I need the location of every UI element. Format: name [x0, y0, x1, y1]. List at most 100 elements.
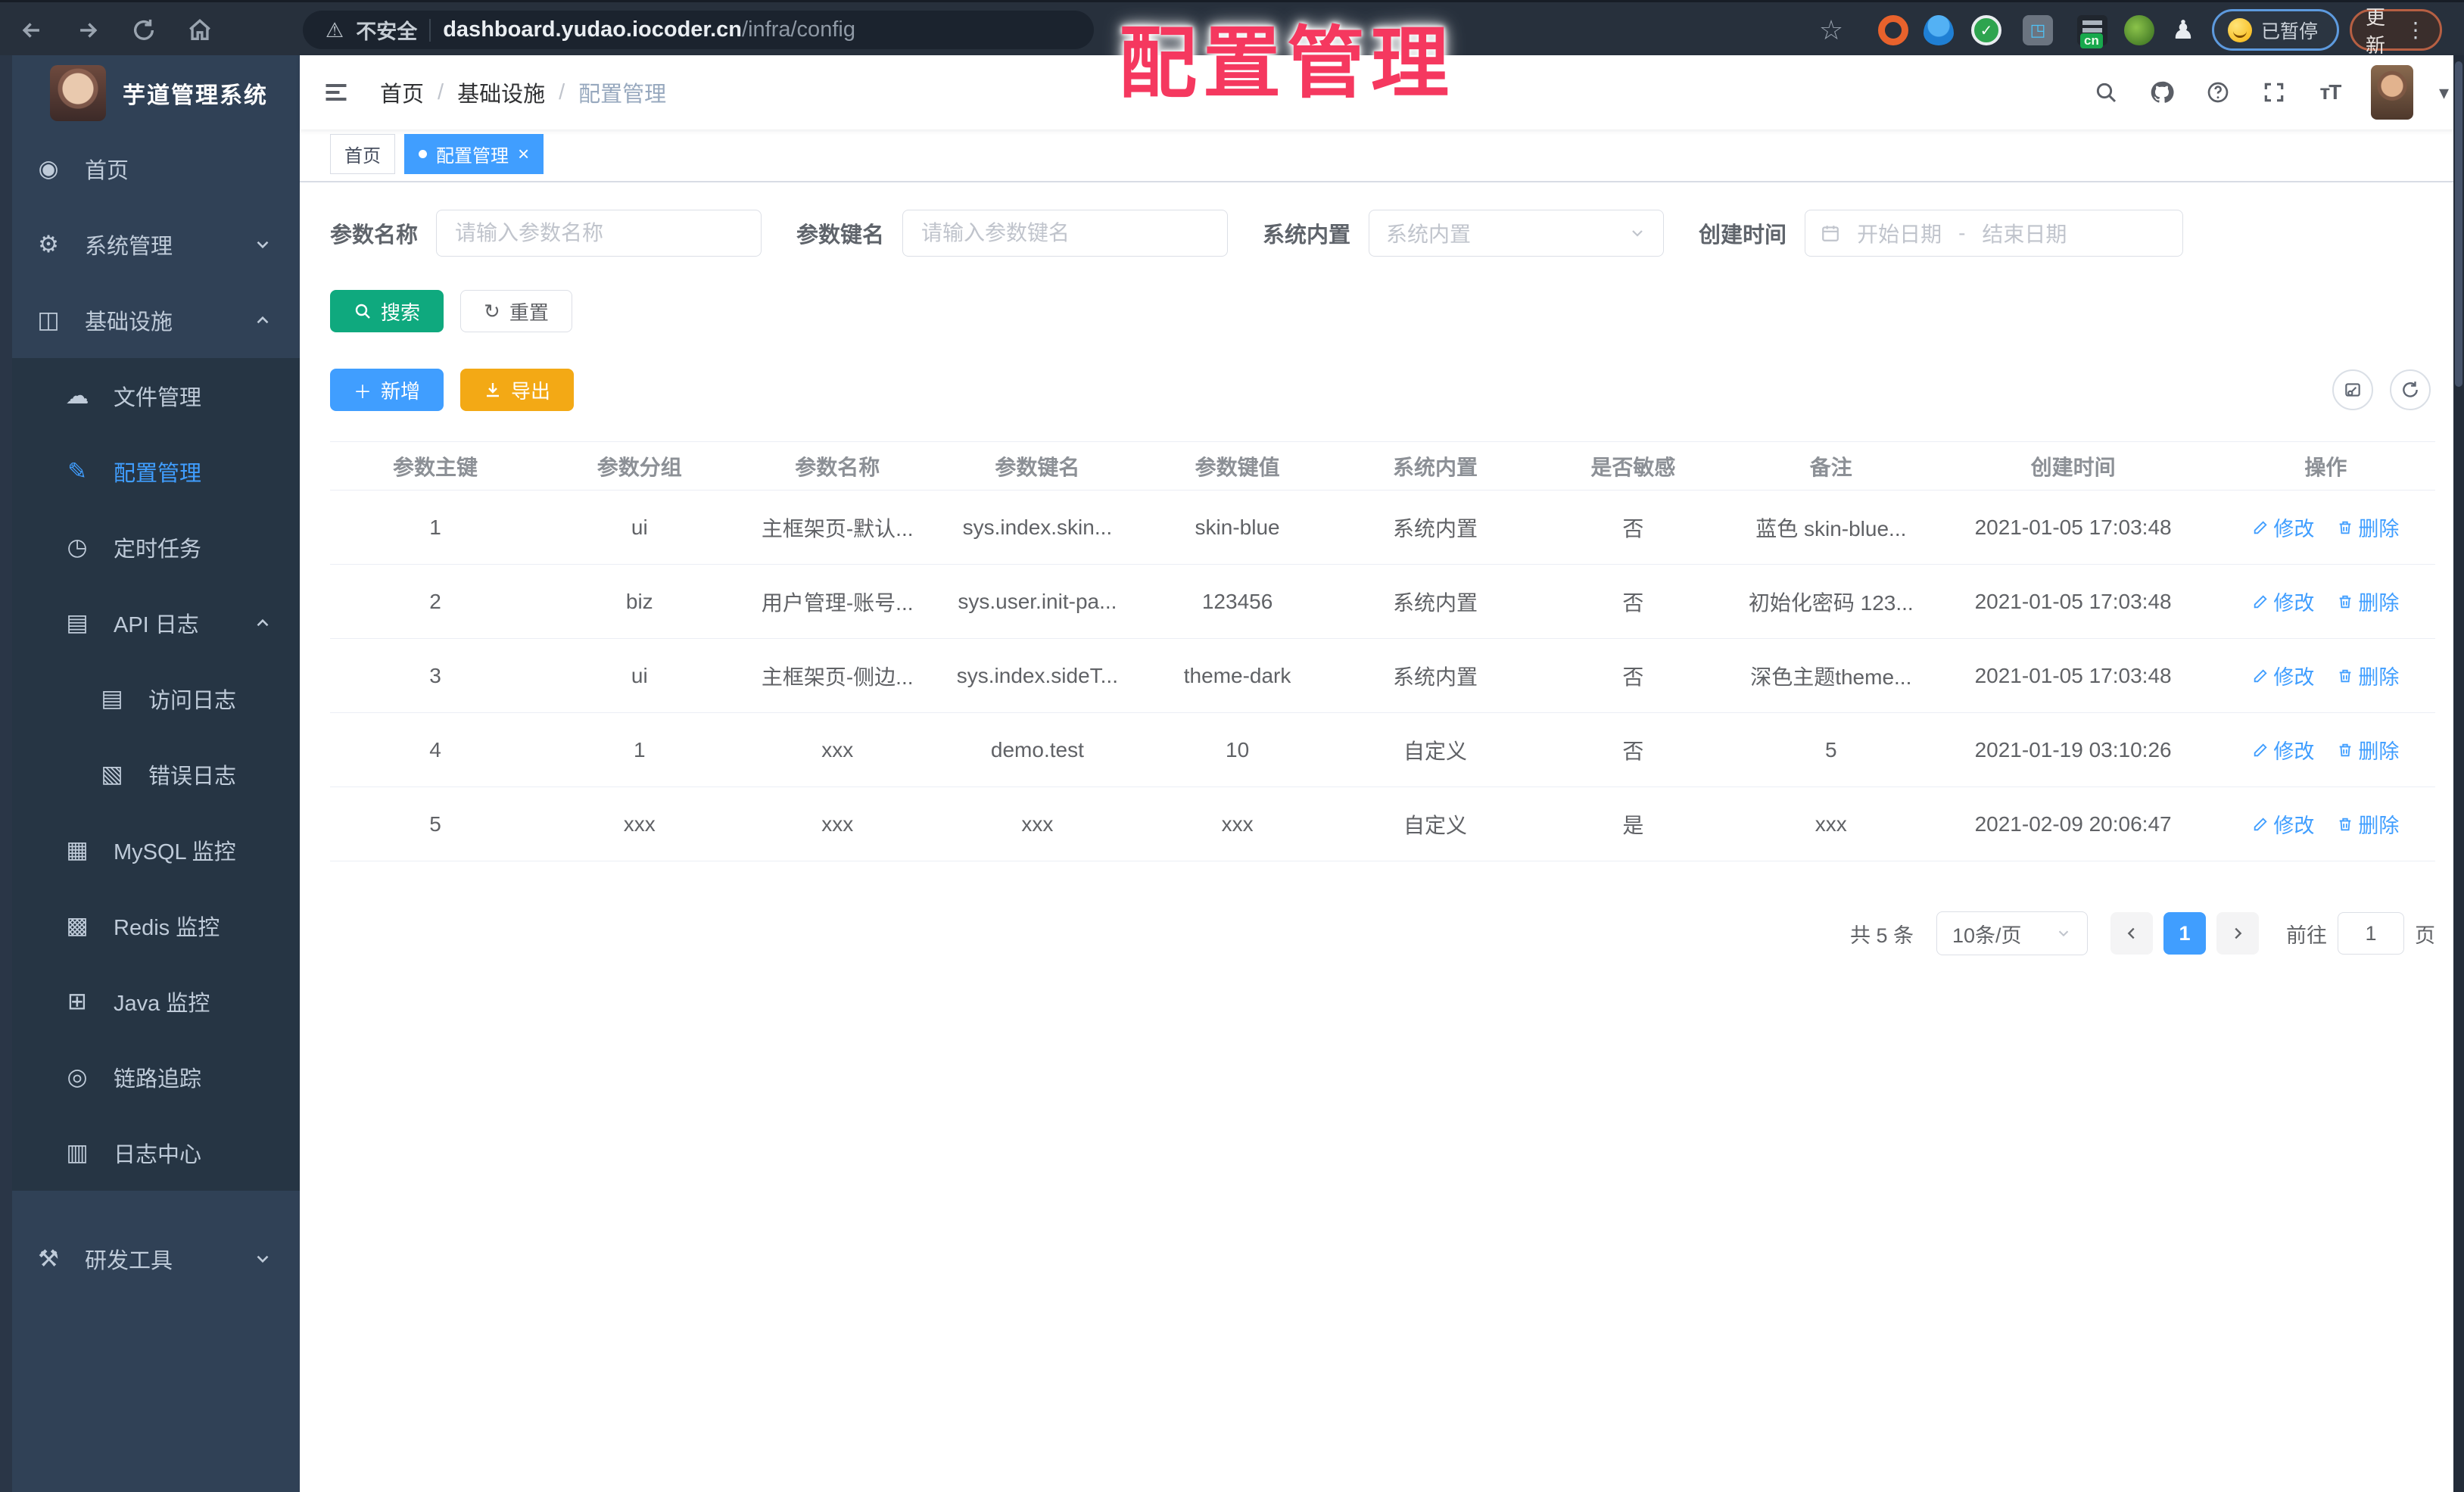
scrollbar-thumb[interactable] [2455, 61, 2462, 387]
github-icon[interactable] [2147, 77, 2177, 107]
browser-menu-icon[interactable] [2405, 17, 2426, 42]
paused-label: 已暂停 [2261, 20, 2319, 42]
table-cell: 初始化密码 123... [1732, 564, 1930, 639]
app-logo-row[interactable]: 芋道管理系统 [0, 55, 300, 131]
sidebar-item-config-management[interactable]: ✎ 配置管理 [0, 434, 300, 509]
url-path: /infra/config [742, 17, 855, 42]
tab-home[interactable]: 首页 [330, 134, 395, 174]
builtin-label: 系统内置 [1263, 223, 1351, 248]
filter-form: 参数名称 参数键名 系统内置 系统内置 创建时间 [330, 210, 2435, 257]
table-cell-actions: 修改 删除 [2216, 786, 2435, 861]
font-size-icon[interactable]: ᴛT [2315, 77, 2345, 107]
extension-check-icon[interactable]: ✓ [1971, 15, 2001, 45]
edit-icon [2254, 594, 2267, 608]
table-cell: 4 [330, 712, 541, 787]
forward-icon[interactable] [67, 2, 109, 58]
sidebar-item-api-logs[interactable]: ▤ API 日志 [0, 585, 300, 661]
page-size-select[interactable]: 10条/页 [1936, 911, 2088, 955]
sidebar-item-scheduled-tasks[interactable]: ◷ 定时任务 [0, 509, 300, 585]
sidebar-item-java-monitor[interactable]: ⊞ Java 监控 [0, 964, 300, 1039]
delete-link[interactable]: 删除 [2337, 512, 2399, 542]
sidebar-item-infra[interactable]: ◫ 基础设施 [0, 282, 300, 358]
table-cell: 2021-01-05 17:03:48 [1930, 564, 2216, 639]
avatar[interactable] [2370, 65, 2413, 120]
breadcrumb-infra[interactable]: 基础设施 [457, 76, 545, 108]
log-center-icon: ▥ [66, 1139, 89, 1166]
date-range-picker[interactable]: 开始日期 - 结束日期 [1805, 210, 2184, 257]
param-name-input[interactable] [436, 210, 762, 257]
export-button[interactable]: 导出 [460, 369, 575, 411]
extension-ring-icon[interactable] [1878, 15, 1908, 45]
sidebar-item-home[interactable]: ◉ 首页 [0, 131, 300, 207]
update-label: 更新 [2366, 5, 2386, 57]
user-caret-icon[interactable] [2439, 80, 2449, 104]
extension-leaf-icon[interactable] [2124, 15, 2154, 45]
edit-link[interactable]: 修改 [2252, 735, 2314, 765]
paused-extension-pill[interactable]: 已暂停 [2212, 9, 2339, 51]
sidebar-item-mysql-monitor[interactable]: ▦ MySQL 监控 [0, 812, 300, 888]
builtin-select[interactable]: 系统内置 [1369, 210, 1665, 257]
home-icon[interactable] [179, 2, 221, 58]
table-cell: xxx [738, 786, 936, 861]
edit-link[interactable]: 修改 [2252, 809, 2314, 839]
scrollbar[interactable] [2453, 55, 2464, 1492]
table-cell: 5 [1732, 712, 1930, 787]
table-cell: 10 [1138, 712, 1337, 787]
extension-grid-icon[interactable]: ◳ [2023, 15, 2053, 45]
column-settings-icon[interactable] [2332, 369, 2373, 410]
sidebar-item-redis-monitor[interactable]: ▩ Redis 监控 [0, 888, 300, 964]
delete-link[interactable]: 删除 [2337, 661, 2399, 690]
extension-cn-icon[interactable] [2077, 15, 2107, 48]
delete-link[interactable]: 删除 [2337, 587, 2399, 616]
chevron-left-icon [2127, 927, 2135, 939]
col-header: 操作 [2216, 441, 2435, 491]
sidebar-item-system[interactable]: ⚙ 系统管理 [0, 207, 300, 282]
bookmark-star-icon[interactable] [1811, 2, 1852, 58]
sidebar-item-file-management[interactable]: ☁ 文件管理 [0, 358, 300, 434]
sidebar-item-tracing[interactable]: ◎ 链路追踪 [0, 1039, 300, 1115]
table-row: 1 ui 主框架页-默认... sys.index.skin... skin-b… [330, 490, 2435, 565]
table-cell: 自定义 [1336, 712, 1534, 787]
table-cell: 2021-01-19 03:10:26 [1930, 712, 2216, 787]
param-key-input[interactable] [902, 210, 1229, 257]
prev-page-button[interactable] [2110, 912, 2153, 955]
delete-link[interactable]: 删除 [2337, 809, 2399, 839]
close-icon[interactable] [518, 142, 529, 166]
edit-icon [2254, 817, 2267, 830]
reload-icon[interactable] [123, 2, 165, 58]
next-page-button[interactable] [2216, 912, 2259, 955]
delete-link[interactable]: 删除 [2337, 735, 2399, 765]
browser-update-button[interactable]: 更新 [2350, 6, 2442, 57]
breadcrumb-home[interactable]: 首页 [380, 76, 424, 108]
table-header-row: 参数主键 参数分组 参数名称 参数键名 参数键值 系统内置 是否敏感 备注 创建… [330, 441, 2435, 491]
extension-pin-icon[interactable] [1924, 15, 1954, 45]
page-number-button[interactable]: 1 [2163, 912, 2206, 955]
extensions-puzzle-icon[interactable] [2168, 15, 2198, 45]
table-cell: biz [540, 564, 739, 639]
hamburger-icon[interactable] [319, 76, 353, 109]
emoji-icon [2228, 17, 2252, 42]
goto-page-input[interactable] [2338, 912, 2404, 955]
download-icon [487, 383, 500, 397]
calendar-icon [1822, 226, 1839, 241]
search-icon[interactable] [2091, 77, 2121, 107]
fullscreen-icon[interactable] [2259, 77, 2289, 107]
refresh-table-icon[interactable] [2390, 369, 2431, 410]
sidebar-item-access-logs[interactable]: ▤ 访问日志 [0, 661, 300, 737]
tab-config-management[interactable]: 配置管理 [404, 134, 544, 174]
address-bar[interactable]: 不安全 dashboard.yudao.iocoder.cn/infra/con… [303, 11, 1094, 49]
reset-button[interactable]: 重置 [460, 290, 572, 332]
table-cell: 系统内置 [1336, 564, 1534, 639]
edit-link[interactable]: 修改 [2252, 587, 2314, 616]
search-button[interactable]: 搜索 [330, 290, 444, 332]
add-button[interactable]: 新增 [330, 369, 444, 411]
help-icon[interactable] [2203, 77, 2233, 107]
edit-link[interactable]: 修改 [2252, 512, 2314, 542]
sidebar-item-dev-tools[interactable]: ⚒ 研发工具 [0, 1221, 300, 1297]
tags-view-bar: 首页 配置管理 [300, 129, 2464, 182]
edit-link[interactable]: 修改 [2252, 661, 2314, 690]
sidebar-item-log-center[interactable]: ▥ 日志中心 [0, 1115, 300, 1191]
col-header: 系统内置 [1336, 441, 1534, 491]
back-icon[interactable] [11, 2, 53, 58]
sidebar-item-error-logs[interactable]: ▧ 错误日志 [0, 737, 300, 812]
